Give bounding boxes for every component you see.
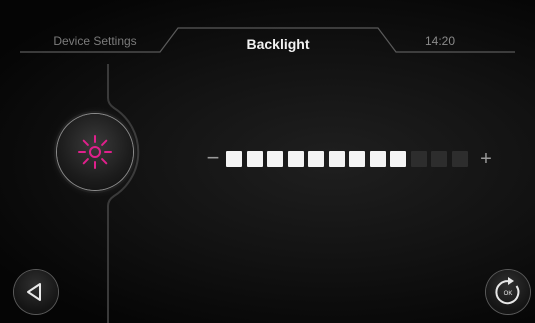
sun-icon <box>78 135 112 169</box>
back-button[interactable] <box>14 270 58 314</box>
level-segment[interactable] <box>349 151 365 167</box>
back-triangle-icon <box>27 283 41 301</box>
tab-backlight[interactable]: Backlight <box>178 27 378 61</box>
refresh-ok-icon: OK <box>495 277 520 305</box>
level-segment[interactable] <box>287 151 304 167</box>
level-segment[interactable] <box>328 151 345 167</box>
level-segment[interactable] <box>369 151 386 167</box>
backlight-level-slider[interactable]: − + <box>204 146 500 172</box>
tab-device-settings[interactable]: Device Settings <box>20 27 170 55</box>
level-segment[interactable] <box>451 151 468 167</box>
ok-button[interactable]: OK <box>486 270 530 314</box>
level-segment[interactable] <box>226 151 242 167</box>
decrease-button[interactable]: − <box>204 146 222 172</box>
brightness-knob[interactable] <box>57 114 133 190</box>
level-segment[interactable] <box>431 151 447 167</box>
level-segment[interactable] <box>246 151 263 167</box>
level-segment[interactable] <box>308 151 324 167</box>
top-bar: Device Settings Backlight 14:20 <box>0 0 535 64</box>
ok-label: OK <box>504 291 513 297</box>
clock: 14:20 <box>424 34 456 48</box>
level-segment[interactable] <box>390 151 406 167</box>
increase-button[interactable]: + <box>476 146 496 172</box>
level-segment[interactable] <box>410 151 427 167</box>
level-segment[interactable] <box>267 151 283 167</box>
backlight-screen: Device Settings Backlight 14:20 − + OK <box>0 0 535 323</box>
